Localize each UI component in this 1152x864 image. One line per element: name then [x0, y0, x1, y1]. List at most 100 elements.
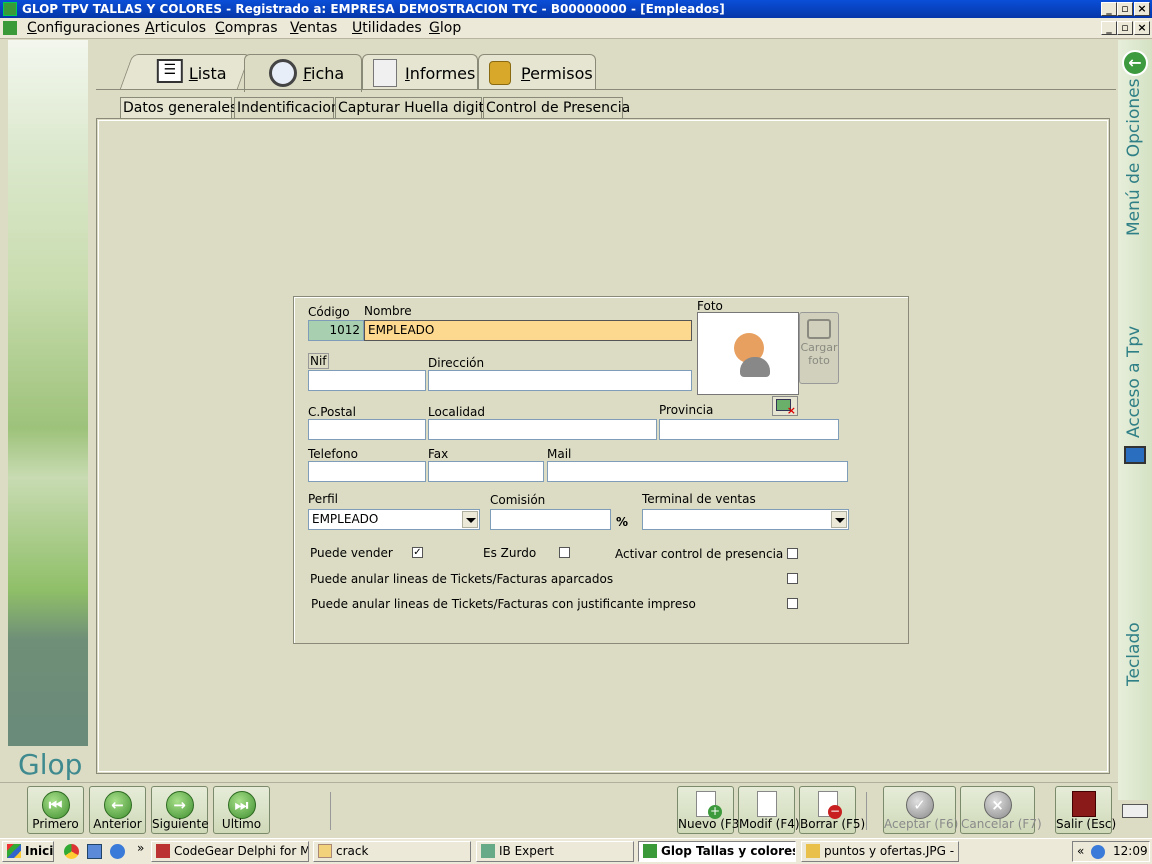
subtab-datos-generales[interactable]: Datos generales: [120, 97, 237, 119]
cargar-foto-button[interactable]: Cargar foto: [799, 312, 839, 384]
monitor-icon[interactable]: [1124, 446, 1146, 464]
modif-button[interactable]: Modif (F4): [738, 786, 800, 834]
fax-label: Fax: [428, 447, 449, 461]
localidad-label: Localidad: [428, 405, 486, 419]
anular-aparcados-label: Puede anular lineas de Tickets/Facturas …: [310, 572, 614, 586]
telefono-field[interactable]: [308, 461, 426, 482]
nuevo-button[interactable]: + Nuevo (F3): [677, 786, 744, 834]
tab-lista[interactable]: ☰ Lista: [119, 54, 251, 90]
exit-door-icon: [1072, 791, 1096, 817]
codigo-field[interactable]: 1012: [308, 320, 364, 341]
magnifier-icon: [269, 59, 297, 87]
perfil-label: Perfil: [308, 492, 339, 506]
mail-label: Mail: [547, 447, 572, 461]
chevron-down-icon[interactable]: [831, 511, 847, 528]
task-delphi[interactable]: CodeGear Delphi for Micr...: [151, 841, 309, 862]
anular-justificante-checkbox[interactable]: [787, 598, 798, 609]
provincia-field[interactable]: [659, 419, 839, 440]
start-button[interactable]: Inicio: [2, 841, 54, 862]
list-icon: ☰: [156, 59, 183, 83]
nombre-field[interactable]: EMPLEADO: [364, 320, 692, 341]
nif-field[interactable]: [308, 370, 426, 391]
keyboard-icon[interactable]: [1122, 804, 1148, 818]
close-button[interactable]: ×: [1134, 2, 1150, 16]
codigo-label: Código: [308, 305, 350, 319]
primero-button[interactable]: ⏮ Primero: [27, 786, 84, 834]
foto-label: Foto: [697, 299, 723, 313]
tray-expand-icon[interactable]: «: [1077, 842, 1084, 861]
es-zurdo-checkbox[interactable]: [559, 547, 570, 558]
avatar-body-icon: [740, 357, 770, 377]
menu-configuraciones[interactable]: Configuraciones: [27, 20, 140, 36]
mdi-close-button[interactable]: ×: [1134, 21, 1150, 35]
app-icon: [3, 2, 17, 16]
minimize-button[interactable]: _: [1101, 2, 1117, 16]
acceso-tpv-link[interactable]: Acceso a Tpv: [1124, 326, 1144, 438]
chevron-right-icon[interactable]: »: [137, 841, 144, 855]
terminal-select[interactable]: [642, 509, 849, 530]
anular-aparcados-checkbox[interactable]: [787, 573, 798, 584]
terminal-label: Terminal de ventas: [642, 492, 756, 506]
restore-button[interactable]: ▫: [1117, 2, 1133, 16]
anterior-button[interactable]: ← Anterior: [89, 786, 146, 834]
aceptar-button[interactable]: ✓ Aceptar (F6): [883, 786, 958, 834]
direccion-field[interactable]: [428, 370, 692, 391]
mdi-minimize-button[interactable]: _: [1101, 21, 1117, 35]
cancelar-button[interactable]: × Cancelar (F7): [960, 786, 1042, 834]
telefono-label: Telefono: [308, 447, 358, 461]
tab-ficha[interactable]: Ficha: [244, 54, 362, 92]
menu-utilidades[interactable]: Utilidades: [352, 20, 422, 36]
nombre-label: Nombre: [364, 304, 412, 318]
menu-articulos[interactable]: Articulos: [145, 20, 206, 36]
delete-photo-button[interactable]: ×: [772, 396, 798, 417]
ultimo-button[interactable]: ⏭ Ultimo: [213, 786, 270, 834]
foto-frame[interactable]: [697, 312, 799, 395]
puede-vender-checkbox[interactable]: ✓: [412, 547, 423, 558]
chrome-icon[interactable]: [64, 844, 79, 859]
task-crack[interactable]: crack: [313, 841, 471, 862]
subtab-huella[interactable]: Capturar Huella digital: [335, 97, 496, 119]
chevron-down-icon[interactable]: [462, 511, 478, 528]
clock[interactable]: 12:09: [1113, 842, 1148, 861]
windows-icon: [7, 844, 21, 858]
mdi-restore-button[interactable]: ▫: [1117, 21, 1133, 35]
fax-field[interactable]: [428, 461, 544, 482]
cancel-x-icon: ×: [983, 791, 1012, 819]
task-paint[interactable]: puntos y ofertas.JPG - P...: [801, 841, 959, 862]
salir-button[interactable]: Salir (Esc): [1055, 786, 1116, 834]
toolbar-separator-2: [866, 792, 867, 830]
last-arrow-icon: ⏭: [227, 791, 256, 819]
ie-icon[interactable]: [110, 844, 125, 859]
task-ibexpert[interactable]: IB Expert: [476, 841, 634, 862]
mail-field[interactable]: [547, 461, 848, 482]
menu-compras[interactable]: Compras: [215, 20, 278, 36]
subtab-presencia[interactable]: Control de Presencia: [483, 97, 630, 119]
glop-logo: Glop: [18, 748, 83, 781]
right-sidebar: ← Menú de Opciones Acceso a Tpv Teclado: [1118, 40, 1152, 818]
network-icon[interactable]: [1091, 845, 1105, 859]
es-zurdo-label: Es Zurdo: [483, 546, 537, 560]
menu-ventas[interactable]: Ventas: [290, 20, 337, 36]
task-glop[interactable]: Glop Tallas y colores: [638, 841, 796, 862]
anular-justificante-label: Puede anular lineas de Tickets/Facturas …: [311, 597, 696, 611]
cpostal-field[interactable]: [308, 419, 426, 440]
tab-informes[interactable]: Informes: [362, 54, 478, 90]
back-arrow-icon[interactable]: ←: [1122, 50, 1148, 76]
teclado-link[interactable]: Teclado: [1124, 622, 1144, 686]
quicklaunch-icon[interactable]: [87, 844, 102, 859]
perfil-select[interactable]: EMPLEADO: [308, 509, 480, 530]
left-decoration: [8, 40, 88, 746]
tab-permisos[interactable]: Permisos: [478, 54, 596, 90]
siguiente-button[interactable]: → Siguiente: [151, 786, 209, 834]
comision-field[interactable]: [490, 509, 611, 530]
borrar-button[interactable]: − Borrar (F5): [799, 786, 865, 834]
title-bar: GLOP TPV TALLAS Y COLORES - Registrado a…: [0, 0, 1152, 18]
menu-bar: Configuraciones Articulos Compras Ventas…: [0, 18, 1152, 39]
localidad-field[interactable]: [428, 419, 657, 440]
activar-presencia-checkbox[interactable]: [787, 548, 798, 559]
provincia-label: Provincia: [659, 403, 714, 417]
menu-opciones-link[interactable]: Menú de Opciones: [1124, 79, 1144, 236]
subtab-identificacion[interactable]: Indentificacion: [234, 97, 340, 119]
menu-glop[interactable]: Glop: [429, 20, 461, 36]
percent-label: %: [616, 515, 629, 529]
